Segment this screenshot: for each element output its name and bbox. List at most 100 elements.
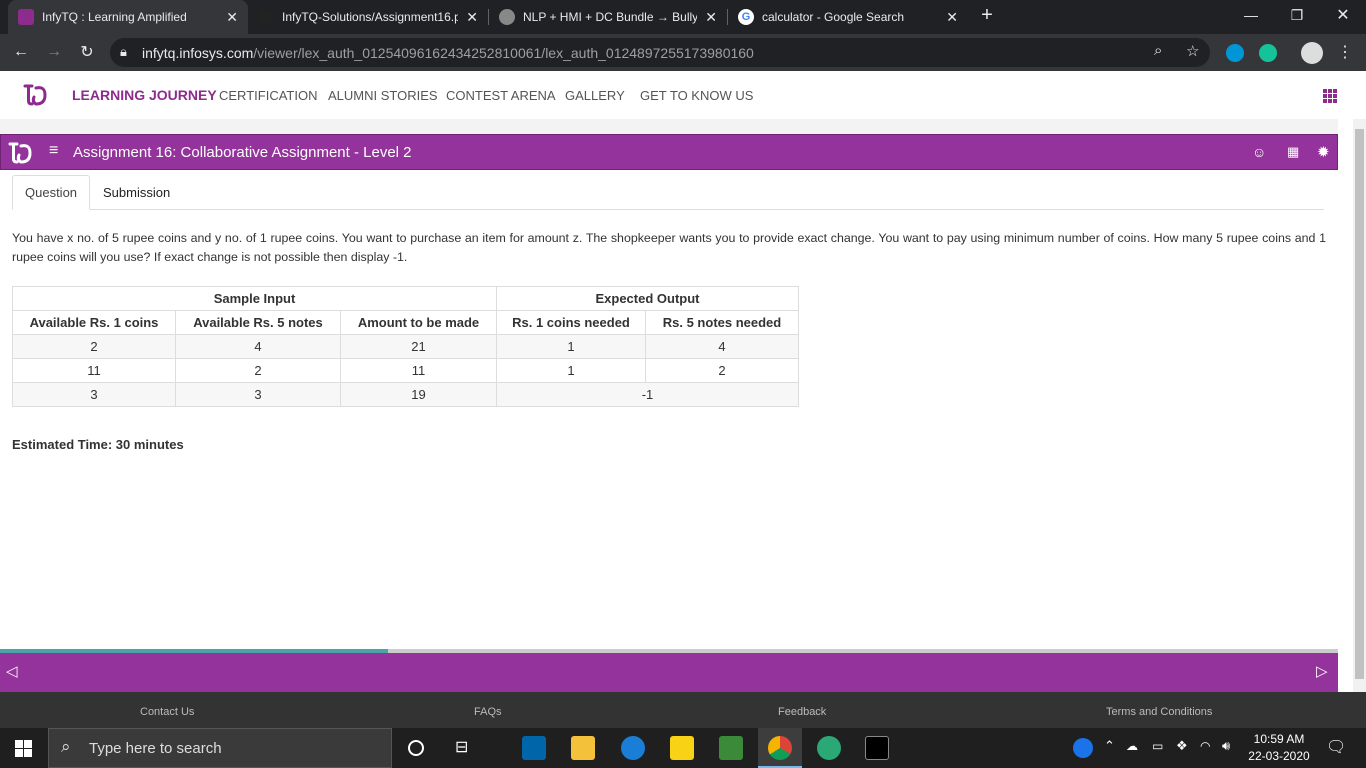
table-cell: 1 [496,334,646,359]
lock-icon: 🔒︎ [120,44,127,59]
column-header: Available Rs. 1 coins [12,310,176,335]
new-tab-button[interactable]: + [970,0,1004,30]
browser-tab-github[interactable]: InfyTQ-Solutions/Assignment16.p ✕ [248,0,488,34]
browser-tab-google[interactable]: G calculator - Google Search ✕ [728,0,968,34]
browser-toolbar: ← → ↻ 🔒︎ infytq.infosys.com/viewer/lex_a… [0,34,1366,71]
file-explorer-icon[interactable] [571,736,595,760]
tab-question[interactable]: Question [12,175,91,210]
dropbox-icon[interactable]: ❖ [1176,738,1188,754]
tab-submission[interactable]: Submission [91,175,182,210]
system-clock[interactable]: 10:59 AM 22-03-2020 [1244,731,1314,765]
smiley-feedback-icon[interactable]: ☺ [1252,144,1266,160]
volume-icon[interactable]: 🔊︎ [1222,738,1230,754]
sticky-notes-icon[interactable] [670,736,694,760]
infytq-logo[interactable] [22,83,48,107]
vscode-app-icon[interactable] [522,736,546,760]
tab-title: NLP + HMI + DC Bundle → Bully [523,10,698,24]
calendar-icon[interactable]: ▦ [1287,144,1299,160]
footer-faqs[interactable]: FAQs [474,706,502,718]
hp-extension-icon[interactable] [1226,44,1244,62]
terminal-app-icon[interactable] [865,736,889,760]
task-view-icon[interactable]: ⊟ [455,737,468,757]
chrome-taskbar-active[interactable] [758,728,802,768]
browser-tab-infytq[interactable]: InfyTQ : Learning Amplified ✕ [8,0,248,34]
tab-title: InfyTQ-Solutions/Assignment16.p [282,10,459,24]
footer-contact-us[interactable]: Contact Us [140,706,194,718]
github-favicon-icon [258,9,274,25]
tray-overflow-icon[interactable]: ⌃ [1104,738,1115,754]
table-cell: 19 [340,382,497,407]
chrome-app-icon [768,736,792,760]
nav-gallery[interactable]: GALLERY [565,88,625,103]
nav-certification[interactable]: CERTIFICATION [219,88,317,103]
table-row: 3 3 19 -1 [12,382,799,407]
edge-browser-icon[interactable] [621,736,645,760]
notification-center-icon[interactable]: 🗨︎ [1326,737,1346,757]
group-header-sample-input: Sample Input [12,286,497,311]
table-cell: 4 [645,334,799,359]
battery-icon[interactable]: ▭ [1152,739,1163,753]
table-cell: 2 [12,334,176,359]
navigation-bar: ◁ ▷ [0,653,1338,692]
column-header: Rs. 1 coins needed [496,310,646,335]
table-cell: 11 [340,358,497,383]
footer-feedback[interactable]: Feedback [778,706,826,718]
minimize-icon[interactable]: — [1228,0,1274,30]
close-tab-icon[interactable]: ✕ [226,9,238,26]
back-arrow-icon[interactable]: ← [10,41,32,63]
page-scrollbar[interactable] [1353,119,1366,692]
question-text: You have x no. of 5 rupee coins and y no… [12,231,1326,264]
window-close-icon[interactable]: ✕ [1320,0,1366,30]
close-tab-icon[interactable]: ✕ [466,9,478,26]
profile-avatar[interactable] [1301,42,1323,64]
windows-start-icon[interactable] [15,740,32,757]
reload-icon[interactable]: ↻ [76,41,98,63]
restore-icon[interactable]: ❐ [1274,0,1320,30]
table-group-header-row: Sample Input Expected Output [12,286,799,311]
table-cell: 3 [12,382,176,407]
help-tray-icon[interactable] [1073,738,1093,758]
grammarly-extension-icon[interactable] [1259,44,1277,62]
browser-tab-strip: InfyTQ : Learning Amplified ✕ InfyTQ-Sol… [0,0,1366,34]
taskbar-search-placeholder: Type here to search [89,740,222,757]
infytq-favicon-icon [18,9,34,25]
assignment-header-bar: ≡ Assignment 16: Collaborative Assignmen… [0,134,1338,170]
estimated-time: Estimated Time: 30 minutes [12,437,184,452]
table-cell: -1 [496,382,799,407]
onedrive-icon[interactable]: ☁ [1126,739,1138,753]
browser-tab-bundle[interactable]: NLP + HMI + DC Bundle → Bully ✕ [489,0,727,34]
address-bar[interactable]: 🔒︎ infytq.infosys.com/viewer/lex_auth_01… [110,38,1210,67]
cortana-icon[interactable] [408,740,424,756]
column-header: Rs. 5 notes needed [645,310,799,335]
nav-spacer [0,119,1338,134]
python-idle-icon[interactable] [719,736,743,760]
wifi-icon[interactable]: ◠ [1200,739,1210,753]
nav-get-to-know-us[interactable]: GET TO KNOW US [640,88,753,103]
column-header: Amount to be made [340,310,497,335]
close-tab-icon[interactable]: ✕ [946,9,958,26]
previous-arrow-icon[interactable]: ◁ [6,662,18,680]
forward-arrow-icon[interactable]: → [43,41,65,63]
table-row: 11 2 11 1 2 [12,358,799,383]
footer-terms[interactable]: Terms and Conditions [1106,706,1212,718]
url-text[interactable]: infytq.infosys.com/viewer/lex_auth_01254… [142,45,754,61]
atom-editor-icon[interactable] [817,736,841,760]
nav-alumni-stories[interactable]: ALUMNI STORIES [328,88,438,103]
scrollbar-thumb[interactable] [1355,129,1364,679]
zoom-icon[interactable]: ⌕ [1154,42,1162,59]
clock-date: 22-03-2020 [1248,749,1310,763]
settings-gear-icon[interactable]: ✹ [1317,143,1330,161]
bookmark-star-icon[interactable]: ☆ [1186,42,1199,60]
hamburger-menu-icon[interactable]: ≡ [49,142,58,160]
apps-grid-icon[interactable] [1323,89,1337,103]
next-arrow-icon[interactable]: ▷ [1316,662,1328,680]
nav-learning-journey[interactable]: LEARNING JOURNEY [72,87,217,103]
taskbar-search-box[interactable]: ⌕ Type here to search [48,728,392,768]
close-tab-icon[interactable]: ✕ [705,9,717,26]
nav-contest-arena[interactable]: CONTEST ARENA [446,88,556,103]
clock-time: 10:59 AM [1253,732,1305,746]
browser-menu-icon[interactable]: ⋮ [1334,41,1356,63]
url-host: infytq.infosys.com [142,45,254,61]
infytq-logo-white[interactable] [7,141,33,165]
content-tabs: Question Submission [12,175,1324,210]
